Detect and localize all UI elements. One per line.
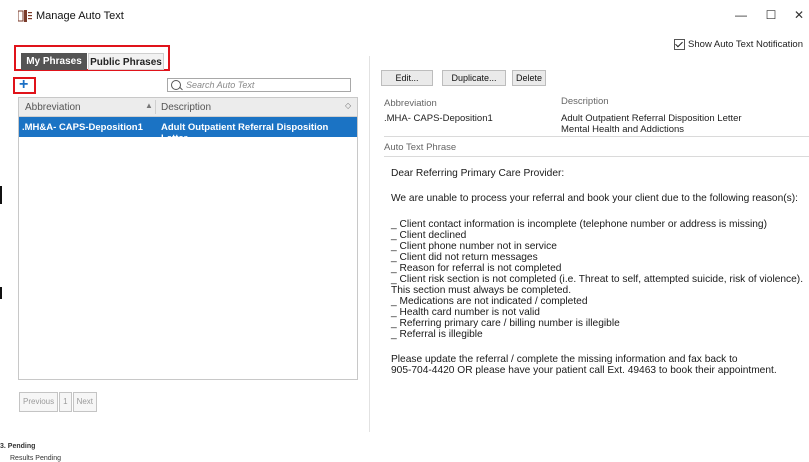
sort-toggle-icon[interactable]: ◇ (345, 101, 351, 110)
row-abbreviation: .MH&A- CAPS-Deposition1 (22, 122, 143, 133)
auto-text-phrase-content[interactable]: Dear Referring Primary Care Provider: We… (391, 168, 803, 376)
delete-button[interactable]: Delete (512, 70, 546, 86)
pagination: Previous 1 Next (19, 392, 98, 412)
previous-page-button[interactable]: Previous (19, 392, 59, 412)
tab-my-phrases[interactable]: My Phrases (21, 53, 87, 70)
abbreviation-value: .MHA- CAPS-Deposition1 (384, 113, 493, 124)
search-placeholder: Search Auto Text (186, 80, 255, 90)
phrase-reason: _ Referral is illegible (391, 329, 483, 340)
minimize-button[interactable]: — (726, 8, 756, 26)
phrase-reason: _ Client declined (391, 230, 467, 241)
phrase-reason: This section must always be completed. (391, 285, 572, 296)
phrase-greeting: Dear Referring Primary Care Provider: (391, 168, 565, 179)
window-title: Manage Auto Text (36, 10, 124, 22)
phrase-list: Abbreviation ▲ Description ◇ .MH&A- CAPS… (18, 97, 358, 380)
phrase-reasons: _ Client contact information is incomple… (391, 219, 803, 340)
table-row[interactable]: .MH&A- CAPS-Deposition1 Adult Outpatient… (19, 117, 357, 144)
auto-text-phrase-label: Auto Text Phrase (384, 142, 457, 153)
description-value-line1: Adult Outpatient Referral Disposition Le… (561, 113, 742, 124)
row-description: Adult Outpatient Referral Disposition Le… (161, 122, 329, 144)
background-edge-mark (0, 287, 2, 299)
list-header: Abbreviation ▲ Description ◇ (19, 98, 357, 117)
pane-divider (369, 56, 370, 432)
phrase-reason: _ Medications are not indicated / comple… (391, 296, 588, 307)
phrase-reason: _ Client phone number not in service (391, 241, 557, 252)
phrase-reason: _ Client did not return messages (391, 252, 538, 263)
search-icon (171, 80, 181, 90)
title-bar: Manage Auto Text — ☐ ✕ (10, 0, 809, 32)
phrase-reason: _ Client contact information is incomple… (391, 219, 767, 230)
auto-text-app-icon (18, 10, 32, 22)
close-button[interactable]: ✕ (784, 8, 809, 26)
phrase-divider (384, 156, 809, 157)
phrase-reason: _ Health card number is not valid (391, 307, 540, 318)
show-notification-option[interactable]: Show Auto Text Notification (674, 39, 803, 50)
show-notification-label: Show Auto Text Notification (688, 39, 803, 50)
description-value-line2: Mental Health and Addictions (561, 124, 685, 135)
phrase-reason: _ Reason for referral is not completed (391, 263, 562, 274)
search-input[interactable]: Search Auto Text (167, 78, 351, 92)
phrase-reason: _ Referring primary care / billing numbe… (391, 318, 620, 329)
next-page-button[interactable]: Next (72, 392, 98, 412)
abbreviation-label: Abbreviation (384, 98, 437, 109)
details-divider (384, 136, 809, 137)
column-divider[interactable] (155, 100, 156, 114)
phrase-intro: We are unable to process your referral a… (391, 193, 798, 204)
manage-auto-text-window: Manage Auto Text — ☐ ✕ Show Auto Text No… (10, 0, 809, 442)
phrase-closing-line2: 905-704-4420 OR please have your patient… (391, 365, 777, 376)
sort-ascending-icon[interactable]: ▲ (145, 101, 153, 110)
page-number[interactable]: 1 (59, 392, 72, 412)
phrase-reason: _ Client risk section is not completed (… (391, 274, 804, 285)
duplicate-button[interactable]: Duplicate... (442, 70, 506, 86)
edit-button[interactable]: Edit... (381, 70, 433, 86)
add-phrase-button[interactable]: + (19, 76, 28, 94)
column-header-abbreviation[interactable]: Abbreviation (25, 102, 81, 113)
show-notification-checkbox[interactable] (674, 39, 686, 50)
phrase-closing-line1: Please update the referral / complete th… (391, 354, 738, 365)
maximize-button[interactable]: ☐ (756, 8, 786, 26)
tab-public-phrases[interactable]: Public Phrases (88, 53, 164, 70)
background-pending-heading: 3. Pending (0, 443, 36, 450)
column-header-description[interactable]: Description (161, 102, 211, 113)
description-label: Description (561, 96, 609, 107)
background-edge-mark (0, 186, 2, 204)
